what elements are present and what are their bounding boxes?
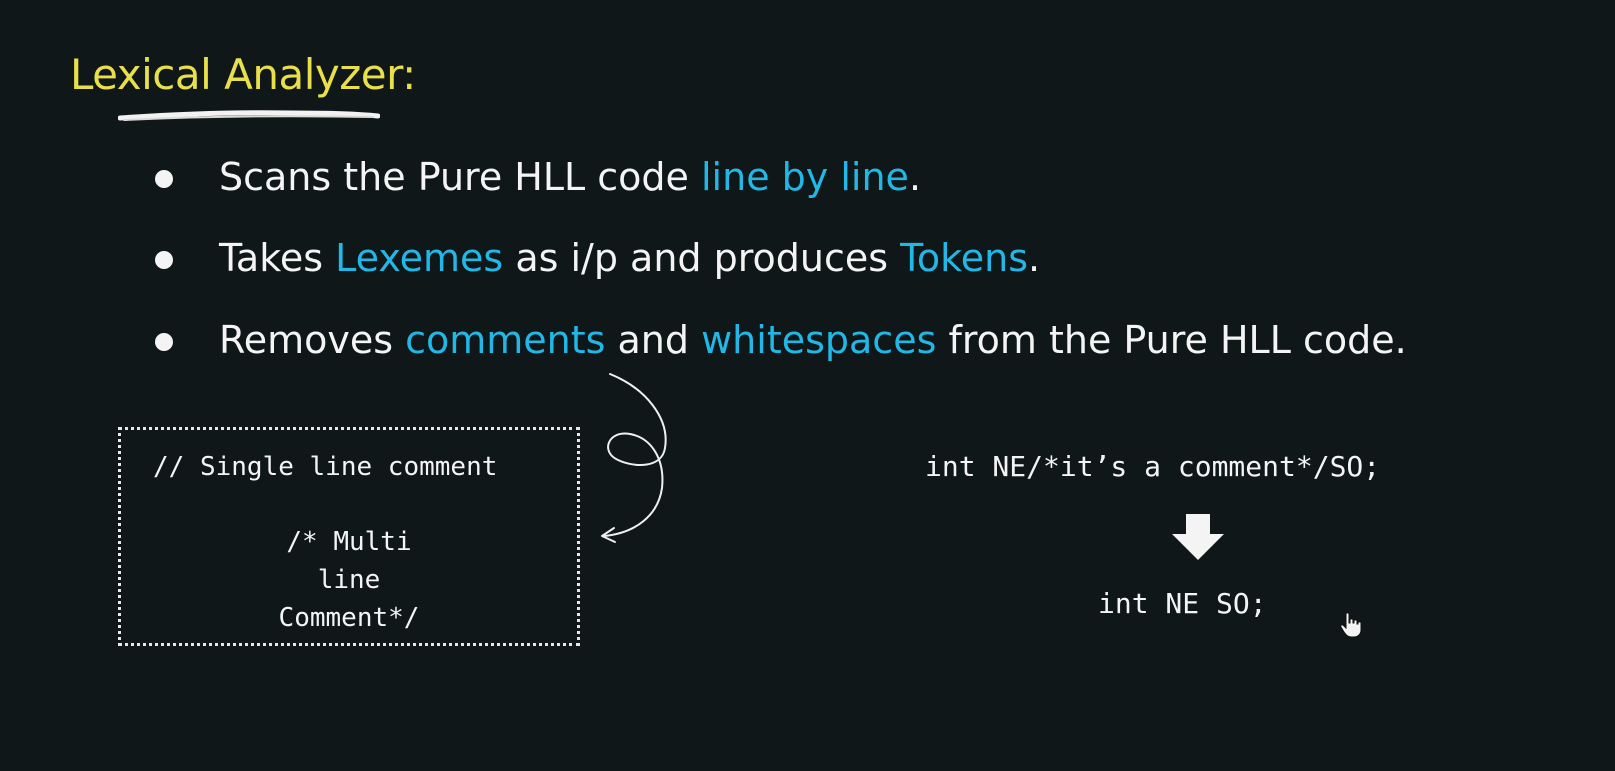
bullet-text: Removes comments and whitespaces from th…	[219, 318, 1407, 362]
bullet-text-segment: Takes	[219, 236, 336, 280]
multi-line-comment-line: line	[317, 565, 381, 595]
code-after-removal: int NE SO;	[1098, 587, 1267, 620]
bullet-dot	[155, 251, 173, 269]
hand-cursor-icon	[1340, 612, 1362, 638]
bullet-text-segment: Scans the Pure HLL code	[219, 155, 701, 199]
code-before-removal: int NE/*it’s a comment*/SO;	[925, 450, 1381, 483]
bullet-text-segment: .	[908, 155, 922, 199]
bullet-text: Scans the Pure HLL code line by line.	[219, 155, 921, 199]
bullet-dot	[155, 333, 173, 351]
highlighted-term: whitespaces	[701, 318, 937, 362]
bullet-text-segment: Removes	[219, 318, 406, 362]
bullet-text-segment: and	[605, 318, 702, 362]
multi-line-comment: /* Multi line Comment*/	[121, 523, 577, 637]
comment-example-box: // Single line comment /* Multi line Com…	[118, 427, 580, 646]
down-arrow-icon	[1172, 514, 1224, 560]
highlighted-term: Lexemes	[335, 236, 504, 280]
bullet-text: Takes Lexemes as i/p and produces Tokens…	[219, 236, 1040, 280]
bullet-dot	[155, 170, 173, 188]
single-line-comment: // Single line comment	[153, 452, 498, 482]
bullet-text-segment: as i/p and produces	[503, 236, 901, 280]
swirl-arrow-icon	[601, 373, 667, 543]
highlighted-term: Tokens	[900, 236, 1029, 280]
highlighted-term: comments	[405, 318, 606, 362]
bullet-text-segment: .	[1028, 236, 1041, 280]
bullet-text-segment: from the Pure HLL code.	[936, 318, 1407, 362]
slide-title: Lexical Analyzer:	[70, 50, 416, 99]
title-underline	[118, 110, 380, 121]
multi-line-comment-line: /* Multi	[286, 527, 412, 557]
multi-line-comment-line: Comment*/	[278, 603, 420, 633]
highlighted-term: line by line	[701, 155, 909, 199]
